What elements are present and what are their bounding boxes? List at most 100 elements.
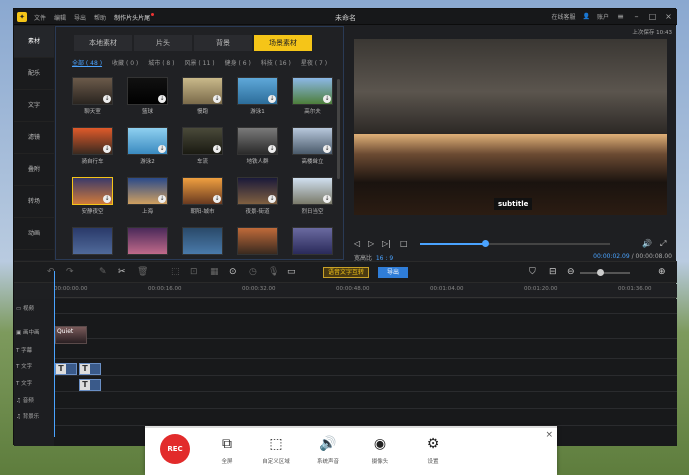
media-item[interactable]: ↓ 慢跑 [182,77,223,115]
track-subtitle[interactable] [54,344,677,359]
filter-starry-night[interactable]: 星夜 ( 7 ) [301,58,327,67]
sidebar-tab-overlay[interactable]: 叠附 [14,154,54,186]
media-thumbnail[interactable]: ↓ [237,77,278,105]
fullscreen-mode-button[interactable]: ⧉ 全屏 [207,434,247,465]
media-item[interactable]: ↓ 游泳2 [127,127,168,165]
duration-icon[interactable]: ◷ [249,267,257,277]
track-text-1[interactable] [54,361,677,376]
download-icon[interactable]: ↓ [323,95,331,103]
split-icon[interactable]: ✂ [118,267,126,277]
settings-button[interactable]: ⚙ 设置 [413,434,453,465]
filter-fitness[interactable]: 健身 ( 6 ) [225,58,251,67]
filter-city[interactable]: 城市 ( 8 ) [148,58,174,67]
media-item[interactable]: ↓ 上海 [127,177,168,215]
tab-local-media[interactable]: 本地素材 [74,35,132,51]
track-bgm[interactable] [54,411,677,426]
media-thumbnail[interactable]: ↓ [292,77,333,105]
video-clip[interactable]: Quiet [55,326,87,344]
track-audio[interactable] [54,394,677,409]
recorder-close-icon[interactable]: × [545,430,553,440]
sidebar-tab-text[interactable]: 文字 [14,90,54,122]
media-thumbnail[interactable] [292,227,333,255]
download-icon[interactable]: ↓ [158,195,166,203]
sidebar-tab-animation[interactable]: 动画 [14,218,54,250]
progress-knob[interactable] [481,240,489,247]
media-thumbnail[interactable]: ↓ [72,177,113,205]
media-thumbnail[interactable]: ↓ [292,127,333,155]
media-scrollbar[interactable] [337,79,340,179]
media-thumbnail[interactable]: ↓ [182,127,223,155]
media-thumbnail[interactable]: ↓ [182,177,223,205]
media-thumbnail[interactable]: ↓ [72,77,113,105]
sidebar-tab-music[interactable]: 配乐 [14,58,54,90]
freeze-icon[interactable]: ⊡ [190,267,198,277]
custom-area-button[interactable]: ⬚ 自定义区域 [256,434,296,465]
stop-icon[interactable]: □ [400,239,408,248]
filter-tech[interactable]: 科技 ( 16 ) [261,58,291,67]
screenshot-icon[interactable]: ⊙ [229,267,237,277]
crop-icon[interactable]: ⬚ [171,267,180,277]
redo-icon[interactable]: ↷ [66,267,74,277]
media-item[interactable]: ↓ 烈日当空 [292,177,333,215]
close-icon[interactable]: × [664,12,673,21]
filter-scenery[interactable]: 风景 ( 11 ) [185,58,215,67]
marker-icon[interactable]: ⛉ [529,267,536,277]
media-thumbnail[interactable] [237,227,278,255]
media-item[interactable]: ↓ 骑自行车 [72,127,113,165]
media-item[interactable]: ↓ 游泳1 [237,77,278,115]
media-thumbnail[interactable]: ↓ [182,77,223,105]
media-thumbnail[interactable]: ↓ [127,77,168,105]
media-item[interactable]: ↓ 高楼耸立 [292,127,333,165]
prev-frame-icon[interactable]: ◁ [354,239,360,248]
sidebar-tab-transitions[interactable]: 转场 [14,186,54,218]
sidebar-tab-media[interactable]: 素材 [14,26,54,58]
next-frame-icon[interactable]: ▷| [382,239,391,248]
account-icon[interactable]: 👤 [583,13,590,20]
media-item[interactable] [182,227,223,257]
download-icon[interactable]: ↓ [323,195,331,203]
media-item[interactable]: ↓ 朝阳-城市 [182,177,223,215]
delete-icon[interactable]: 🗑 [137,267,148,277]
download-icon[interactable]: ↓ [268,145,276,153]
text-clip[interactable]: T [79,379,101,391]
subtitle-clip-2[interactable]: T [79,363,101,375]
subtitle-overlay[interactable]: subtitle [494,198,533,210]
media-item[interactable]: ↓ 聊天室 [72,77,113,115]
tab-scene-media[interactable]: 场景素材 [254,35,312,51]
download-icon[interactable]: ↓ [103,95,111,103]
download-icon[interactable]: ↓ [213,145,221,153]
record-voice-icon[interactable]: 🎙 [268,267,279,277]
play-icon[interactable]: ▷ [368,239,374,248]
tab-intro[interactable]: 片头 [134,35,192,51]
media-item[interactable] [292,227,333,257]
media-thumbnail[interactable]: ↓ [237,127,278,155]
download-icon[interactable]: ↓ [268,95,276,103]
download-icon[interactable]: ↓ [158,95,166,103]
caption-icon[interactable]: ▭ [287,267,296,277]
media-item[interactable]: ↓ 车流 [182,127,223,165]
media-item[interactable]: ↓ 篮球 [127,77,168,115]
download-icon[interactable]: ↓ [158,145,166,153]
mosaic-icon[interactable]: ▦ [210,267,219,277]
menu-icon[interactable]: ≡ [616,12,625,21]
filter-all[interactable]: 全部 ( 48 ) [72,58,102,67]
subtitle-clip-1[interactable]: T [55,363,77,375]
media-item[interactable] [127,227,168,257]
media-thumbnail[interactable] [127,227,168,255]
zoom-slider[interactable] [580,272,630,274]
edit-icon[interactable]: ✎ [99,267,107,277]
download-icon[interactable]: ↓ [268,195,276,203]
download-icon[interactable]: ↓ [103,145,111,153]
sidebar-tab-filters[interactable]: 滤镜 [14,122,54,154]
zoom-knob[interactable] [597,269,604,276]
video-preview[interactable]: subtitle [354,39,667,215]
tab-background[interactable]: 背景 [194,35,252,51]
media-item[interactable]: ↓ 夜景-街道 [237,177,278,215]
account-link[interactable]: 账户 [597,12,609,21]
media-item[interactable]: ↓ 地铁人群 [237,127,278,165]
media-item[interactable] [72,227,113,257]
download-icon[interactable]: ↓ [213,195,221,203]
media-item[interactable]: ↓ 安静夜空 [72,177,113,215]
media-thumbnail[interactable]: ↓ [127,127,168,155]
camera-button[interactable]: ◉ 摄像头 [360,434,400,465]
